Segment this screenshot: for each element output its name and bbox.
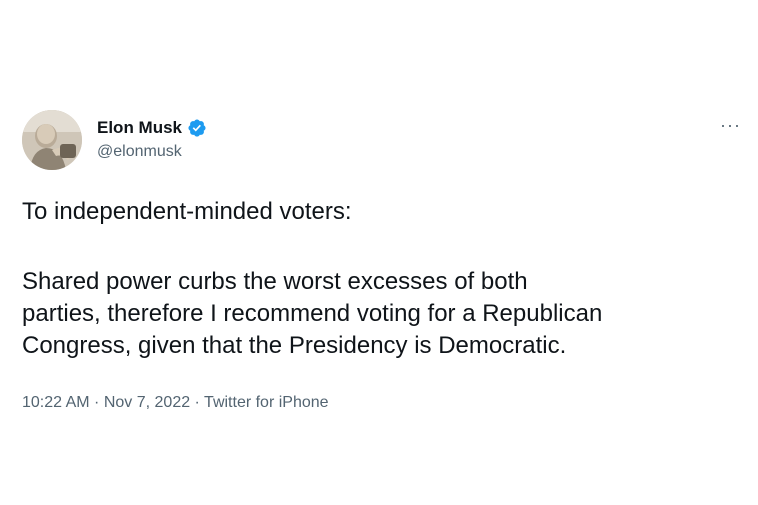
- tweet-text-line: Congress, given that the Presidency is D…: [22, 332, 567, 359]
- verified-badge-icon: [187, 118, 207, 138]
- author-name-row: Elon Musk: [97, 118, 207, 138]
- tweet-text-line: To independent-minded voters:: [22, 198, 352, 225]
- tweet-text-line: parties, therefore I recommend voting fo…: [22, 300, 603, 327]
- avatar-image: [22, 110, 82, 170]
- tweet-text: To independent-minded voters: Shared pow…: [22, 196, 742, 362]
- more-dots-icon[interactable]: ···: [720, 116, 741, 134]
- avatar[interactable]: [22, 110, 82, 170]
- meta-separator: ·: [89, 394, 104, 411]
- tweet-text-line: Shared power curbs the worst excesses of…: [22, 268, 528, 295]
- tweet-time[interactable]: 10:22 AM: [22, 394, 90, 411]
- author-display-name[interactable]: Elon Musk: [97, 118, 182, 138]
- tweet-date[interactable]: Nov 7, 2022: [104, 394, 190, 411]
- author-handle[interactable]: @elonmusk: [97, 143, 182, 161]
- tweet-source: Twitter for iPhone: [204, 394, 329, 411]
- tweet-metadata: 10:22 AM · Nov 7, 2022 · Twitter for iPh…: [22, 394, 329, 412]
- meta-separator: ·: [190, 394, 205, 411]
